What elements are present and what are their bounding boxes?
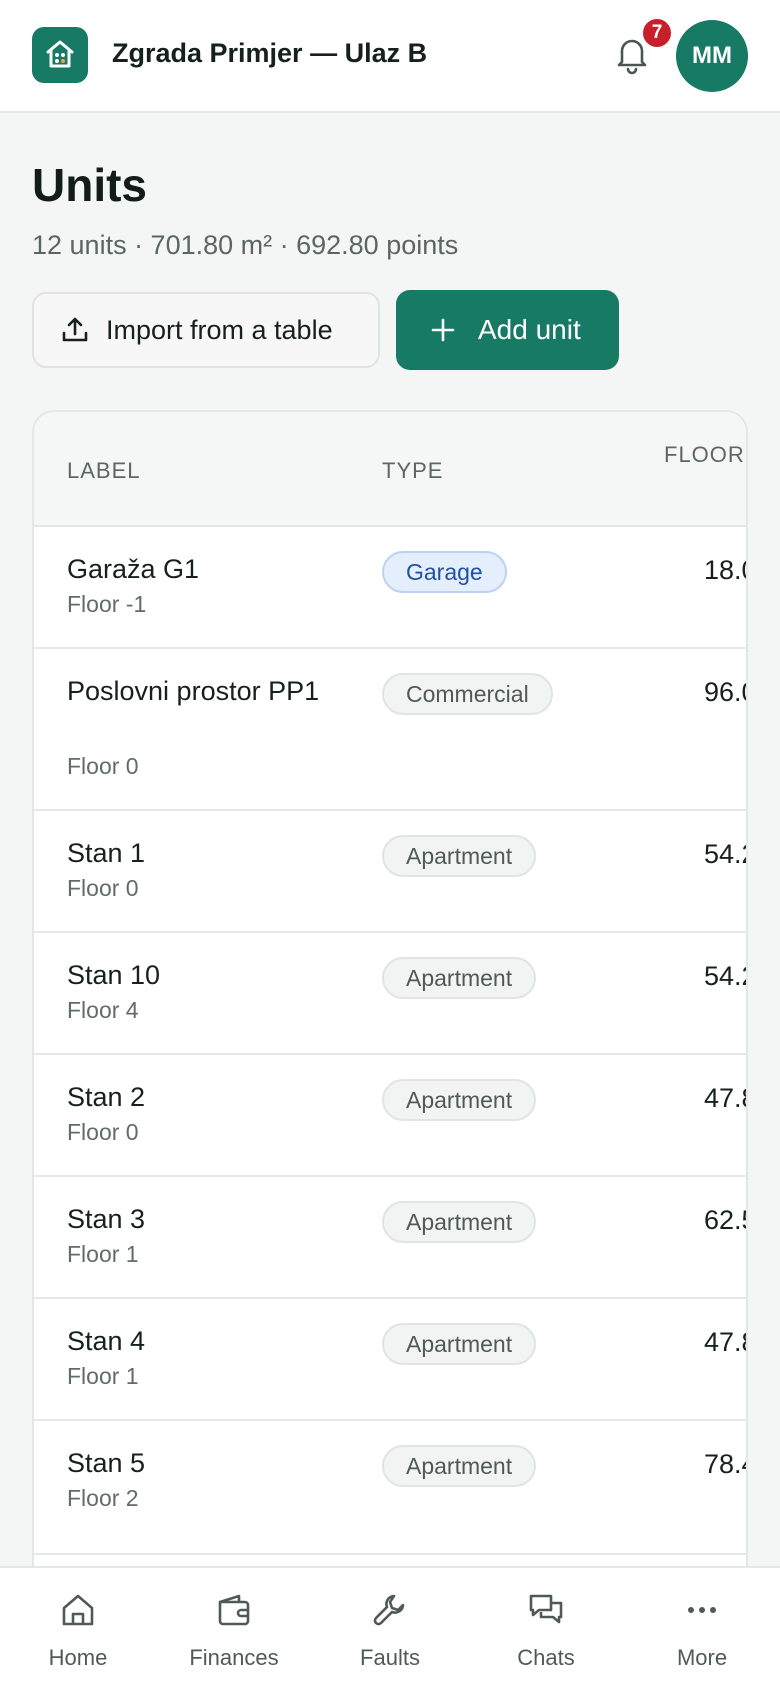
units-summary: 12 units · 701.80 m² · 692.80 points	[32, 230, 459, 260]
wrench-icon	[373, 1594, 405, 1626]
nav-label-more: More	[676, 1645, 728, 1670]
import-from-table-button[interactable]: Import from a table	[32, 292, 380, 368]
wallet-icon	[218, 1594, 250, 1626]
top-header: Zgrada Primjer — Ulaz B 7 MM	[0, 0, 780, 113]
nav-item-more[interactable]: More	[624, 1568, 780, 1688]
user-avatar[interactable]: MM	[676, 20, 748, 92]
unit-name: Stan 4	[67, 1326, 146, 1356]
unit-floor: Floor 1	[67, 1363, 139, 1389]
unit-area: 47.8	[704, 1083, 746, 1113]
unit-area: 96.0	[704, 677, 746, 707]
nav-item-finances[interactable]: Finances	[156, 1568, 312, 1688]
nav-label-finances: Finances	[189, 1645, 279, 1670]
table-row[interactable]: Stan 3 Floor 1 Apartment 62.5	[34, 1177, 746, 1299]
unit-type-badge: Garage	[382, 551, 507, 593]
add-unit-button-label: Add unit	[478, 314, 581, 345]
unit-type-badge: Apartment	[382, 957, 537, 999]
unit-type-badge: Apartment	[382, 1079, 537, 1121]
unit-area: 54.2	[704, 839, 746, 869]
column-header-floor[interactable]: FLOOR	[664, 442, 745, 468]
nav-item-home[interactable]: Home	[0, 1568, 156, 1688]
unit-type-badge: Commercial	[382, 673, 553, 715]
nav-label-home: Home	[48, 1645, 108, 1670]
unit-name: Stan 1	[67, 838, 146, 868]
unit-name: Stan 2	[67, 1082, 146, 1112]
home-icon	[62, 1594, 94, 1626]
unit-name: Stan 5	[67, 1448, 146, 1478]
units-table: LABEL TYPE FLOOR Garaža G1 Floor -1 Gara…	[32, 410, 748, 1688]
unit-floor: Floor 1	[67, 1241, 139, 1267]
nav-label-faults: Faults	[360, 1645, 420, 1670]
table-row[interactable]: Stan 2 Floor 0 Apartment 47.8	[34, 1055, 746, 1177]
bottom-navigation: Home Finances Faults Chats More	[0, 1566, 780, 1688]
nav-item-chats[interactable]: Chats	[468, 1568, 624, 1688]
unit-name: Garaža G1	[67, 554, 200, 584]
more-icon	[688, 1607, 716, 1613]
unit-floor: Floor 0	[67, 875, 139, 901]
unit-floor: Floor 2	[67, 1485, 139, 1511]
table-row[interactable]: Stan 4 Floor 1 Apartment 47.8	[34, 1299, 746, 1421]
column-header-type[interactable]: TYPE	[382, 458, 443, 484]
unit-floor: Floor 4	[67, 997, 139, 1023]
import-button-label: Import from a table	[106, 314, 333, 345]
unit-name: Stan 3	[67, 1204, 146, 1234]
notification-count-badge: 7	[640, 16, 674, 50]
plus-icon	[431, 318, 455, 342]
unit-type-badge: Apartment	[382, 1445, 537, 1487]
table-row[interactable]: Stan 10 Floor 4 Apartment 54.2	[34, 933, 746, 1055]
add-unit-button[interactable]: Add unit	[396, 290, 619, 370]
building-logo-icon[interactable]	[32, 27, 88, 83]
unit-type-badge: Apartment	[382, 835, 537, 877]
unit-type-badge: Apartment	[382, 1323, 537, 1365]
nav-item-faults[interactable]: Faults	[312, 1568, 468, 1688]
chat-icon	[529, 1594, 563, 1624]
table-header: LABEL TYPE FLOOR	[34, 412, 746, 527]
unit-area: 78.4	[704, 1449, 746, 1479]
upload-icon	[62, 317, 88, 342]
building-name[interactable]: Zgrada Primjer — Ulaz B	[112, 38, 427, 69]
unit-floor: Floor 0	[67, 1119, 139, 1145]
app-root: Zgrada Primjer — Ulaz B 7 MM Units 12 un…	[0, 0, 780, 1688]
unit-name: Stan 10	[67, 960, 161, 990]
unit-floor: Floor -1	[67, 591, 147, 617]
unit-area: 18.0	[704, 555, 746, 585]
table-body: Garaža G1 Floor -1 Garage 18.0 Poslovni …	[34, 527, 746, 1555]
unit-area: 62.5	[704, 1205, 746, 1235]
unit-area: 54.2	[704, 961, 746, 991]
unit-type-badge: Apartment	[382, 1201, 537, 1243]
table-row[interactable]: Garaža G1 Floor -1 Garage 18.0	[34, 527, 746, 649]
column-header-label[interactable]: LABEL	[67, 458, 141, 484]
unit-name: Poslovni prostor PP1	[67, 676, 320, 706]
table-row[interactable]: Stan 5 Floor 2 Apartment 78.4	[34, 1421, 746, 1555]
table-row[interactable]: Poslovni prostor PP1 Floor 0 Commercial …	[34, 649, 746, 811]
unit-area: 47.8	[704, 1327, 746, 1357]
page-title: Units	[32, 159, 147, 211]
table-row[interactable]: Stan 1 Floor 0 Apartment 54.2	[34, 811, 746, 933]
nav-label-chats: Chats	[517, 1645, 575, 1670]
unit-floor: Floor 0	[67, 753, 139, 779]
